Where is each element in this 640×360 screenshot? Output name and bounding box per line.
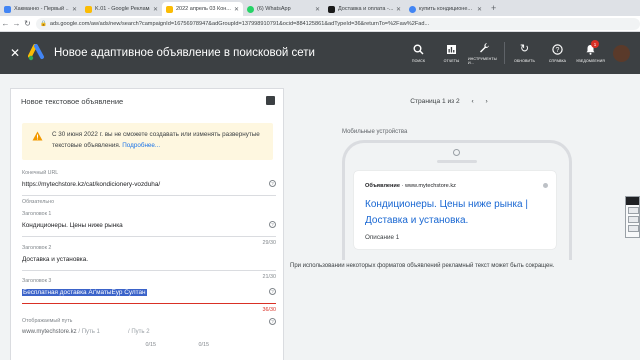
chevron-left-icon[interactable]: ‹	[472, 98, 474, 105]
info-icon	[543, 183, 548, 188]
browser-tab[interactable]: Хакманно - Первый ... ✕	[0, 2, 81, 16]
field-underline	[22, 195, 276, 196]
avatar[interactable]	[613, 44, 630, 62]
page-title: Новое адаптивное объявление в поисковой …	[54, 47, 315, 59]
url-field[interactable]: 🔒 ads.google.com/aw/ads/new/search?campai…	[36, 17, 640, 30]
final-url-input[interactable]: https://mytechstore.kz/cat/kondicionery-…	[22, 181, 276, 188]
ad-description: Описание 1	[365, 234, 400, 241]
browser-tab[interactable]: (6) WhatsApp ✕	[243, 2, 324, 16]
reports-button[interactable]: ОТЧЕТЫ	[435, 43, 468, 63]
close-icon[interactable]: ✕	[4, 46, 26, 60]
char-counter-error: 36/30	[262, 307, 277, 313]
close-tab-icon[interactable]: ✕	[396, 6, 401, 13]
browser-tab[interactable]: K.01 - Google Реклама ✕	[81, 2, 162, 16]
close-tab-icon[interactable]: ✕	[234, 6, 239, 13]
ad-preview-panel: Страница 1 из 2 ‹ › Мобильные устройства…	[284, 88, 614, 360]
notification-badge: 1	[591, 40, 599, 48]
preview-note: При использовании некоторых форматов объ…	[290, 263, 555, 269]
preview-device-label: Мобильные устройства	[342, 129, 408, 135]
path1-input[interactable]: / Путь 1	[78, 329, 126, 335]
refresh-icon: ↻	[519, 43, 530, 55]
browser-tab-active[interactable]: 2022 апрель 03 Кон... ✕	[162, 2, 243, 16]
header-divider	[504, 42, 505, 64]
char-counter: 0/15	[198, 342, 210, 348]
headline3-field[interactable]: Заголовок 3 Бесплатная доставка Аг'матыЕ…	[22, 278, 276, 313]
svg-text:?: ?	[556, 47, 560, 54]
google-favicon-icon	[409, 5, 416, 13]
bell-icon: 1	[584, 40, 599, 56]
tools-button[interactable]: ИНСТРУМЕНТЫ И...	[468, 41, 501, 65]
ad-preview-card: Объявление · www.mytechstore.kz Кондицио…	[354, 171, 556, 249]
tab-favicon-icon	[4, 5, 11, 13]
close-tab-icon[interactable]: ✕	[72, 6, 77, 13]
close-tab-icon[interactable]: ✕	[153, 6, 158, 13]
card-title: Новое текстовое объявление	[21, 97, 124, 106]
google-ads-favicon-icon	[85, 5, 92, 13]
warning-learn-more-link[interactable]: Подробнее...	[122, 142, 160, 149]
google-ads-logo-icon	[28, 44, 46, 62]
help-icon[interactable]: ?	[269, 288, 276, 295]
headline2-input[interactable]: Доставка и установка.	[22, 256, 276, 263]
forward-icon[interactable]: →	[11, 19, 22, 28]
new-tab-button[interactable]: +	[486, 2, 501, 16]
whatsapp-favicon-icon	[247, 5, 254, 13]
search-button[interactable]: ПОИСК	[402, 43, 435, 63]
reports-icon	[445, 43, 458, 56]
deprecation-warning: С 30 июня 2022 г. вы не сможете создават…	[22, 123, 273, 160]
address-bar-row: ← → ↻ 🔒 ads.google.com/aw/ads/new/search?…	[0, 16, 640, 32]
chevron-right-icon[interactable]: ›	[486, 98, 488, 105]
close-tab-icon[interactable]: ✕	[477, 6, 482, 13]
reload-icon[interactable]: ↻	[22, 19, 33, 28]
browser-tab-bar: Хакманно - Первый ... ✕ K.01 - Google Рек…	[0, 0, 640, 16]
phone-speaker	[437, 160, 477, 163]
preview-pager: Страница 1 из 2 ‹ ›	[410, 98, 488, 105]
phone-camera-icon	[453, 149, 460, 156]
card-menu-icon[interactable]	[266, 96, 275, 105]
lock-icon: 🔒	[40, 20, 47, 27]
display-path-field: Отображаемый путь ? www.mytechstore.kz /…	[22, 318, 276, 348]
help-icon[interactable]: ?	[269, 180, 276, 187]
help-icon: ?	[551, 43, 564, 56]
field-underline	[22, 236, 276, 237]
wrench-icon	[478, 41, 491, 54]
warning-icon	[32, 131, 43, 141]
back-icon[interactable]: ←	[0, 19, 11, 28]
site-favicon-icon	[328, 5, 335, 13]
phone-mockup: Объявление · www.mytechstore.kz Кондицио…	[342, 140, 572, 260]
notifications-button[interactable]: 1 УВЕДОМЛЕНИЯ	[574, 40, 607, 63]
search-icon	[412, 43, 425, 56]
headline2-field[interactable]: Заголовок 2 Доставка и установка. 21/30	[22, 245, 276, 280]
browser-tab[interactable]: купить кондиционе... ✕	[405, 2, 486, 16]
headline1-input[interactable]: Кондиционеры. Цены ниже рынка	[22, 222, 276, 229]
required-section-label: Обязательно	[22, 199, 55, 205]
refresh-button[interactable]: ↻ ОБНОВИТЬ	[508, 43, 541, 63]
close-tab-icon[interactable]: ✕	[315, 6, 320, 13]
floating-mini-window[interactable]	[625, 196, 640, 238]
headline1-field[interactable]: Заголовок 1 Кондиционеры. Цены ниже рынк…	[22, 211, 276, 246]
app-header: ✕ Новое адаптивное объявление в поисково…	[0, 32, 640, 74]
ad-domain: www.mytechstore.kz	[404, 183, 456, 189]
field-underline-error	[22, 303, 276, 304]
help-icon[interactable]: ?	[269, 221, 276, 228]
path2-input[interactable]: / Путь 2	[128, 329, 178, 335]
ad-label: Объявление	[365, 183, 400, 189]
text-ad-form-card: Новое текстовое объявление С 30 июня 202…	[10, 88, 284, 360]
selected-text: Бесплатная доставка Аг'матыЕур Султан	[22, 289, 147, 296]
headline3-input[interactable]: Бесплатная доставка Аг'матыЕур Султан	[22, 289, 276, 296]
char-counter: 0/15	[145, 342, 157, 348]
help-icon[interactable]: ?	[269, 318, 276, 325]
browser-tab[interactable]: Доставка и оплата -... ✕	[324, 2, 405, 16]
help-button[interactable]: ? СПРАВКА	[541, 43, 574, 63]
final-url-field[interactable]: Конечный URL https://mytechstore.kz/cat/…	[22, 170, 276, 196]
google-ads-favicon-icon	[166, 5, 173, 13]
ad-headline: Кондиционеры. Цены ниже рынка | Доставка…	[365, 199, 528, 226]
field-underline	[22, 270, 276, 271]
